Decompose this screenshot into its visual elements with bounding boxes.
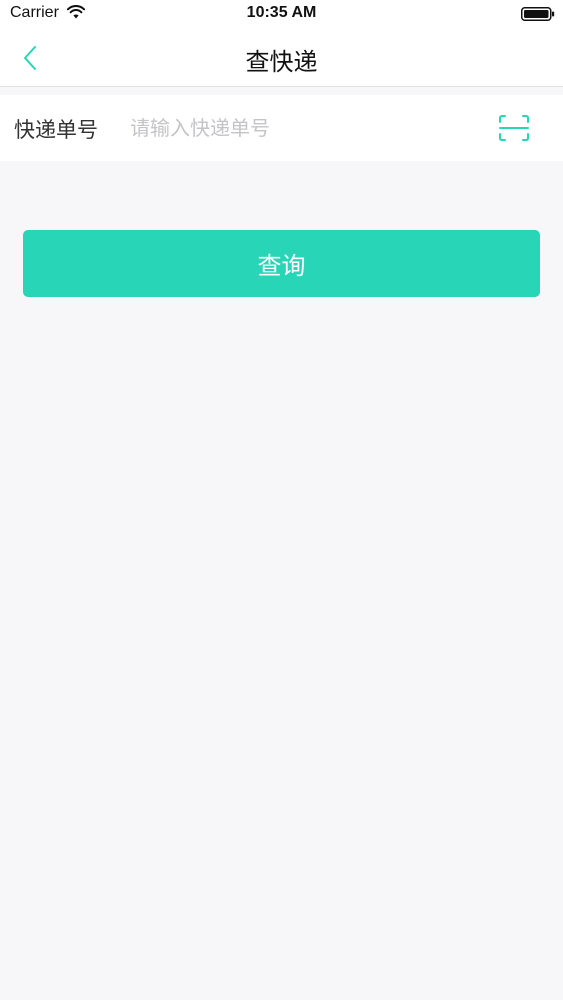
- query-button[interactable]: 查询: [23, 230, 540, 297]
- tracking-number-input[interactable]: [128, 109, 470, 147]
- page-title: 查快递: [245, 48, 318, 76]
- scan-icon: [499, 115, 529, 141]
- tracking-number-label: 快递单号: [14, 118, 98, 142]
- status-time: 10:35 AM: [246, 4, 317, 21]
- status-bar: Carrier 10:35 AM: [0, 0, 563, 28]
- scan-button[interactable]: [498, 114, 530, 142]
- battery-icon: [521, 7, 555, 21]
- tracking-number-row: 快递单号: [0, 95, 563, 161]
- navigation-bar: 查快递: [0, 28, 563, 87]
